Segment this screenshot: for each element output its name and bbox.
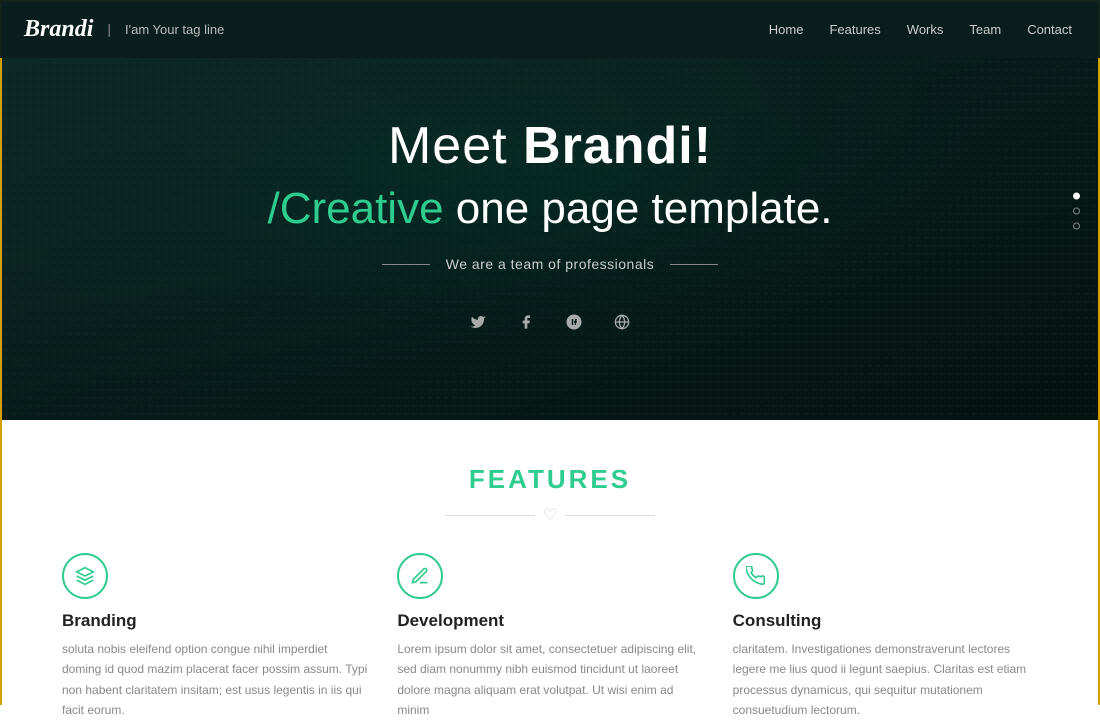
hero-subtitle-accent: /Creative xyxy=(267,184,443,233)
navbar-nav: Home Features Works Team Contact xyxy=(769,22,1072,37)
nav-item-home[interactable]: Home xyxy=(769,22,804,37)
development-desc: Lorem ipsum dolor sit amet, consectetuer… xyxy=(397,639,702,721)
navbar: Brandi | I'am Your tag line Home Feature… xyxy=(0,0,1100,58)
features-grid: Branding soluta nobis eleifend option co… xyxy=(62,553,1038,721)
nav-item-contact[interactable]: Contact xyxy=(1027,22,1072,37)
nav-item-features[interactable]: Features xyxy=(829,22,880,37)
divider-line-right xyxy=(565,515,655,516)
hero-dot-3[interactable] xyxy=(1073,223,1080,230)
hero-title: Meet Brandi! xyxy=(267,116,832,176)
heart-icon: ♡ xyxy=(543,505,557,525)
branding-desc: soluta nobis eleifend option congue nihi… xyxy=(62,639,367,721)
hero-subtitle-plain: one page template. xyxy=(444,184,833,233)
nav-item-works[interactable]: Works xyxy=(907,22,944,37)
navbar-divider: | xyxy=(107,21,111,37)
feature-item-development: Development Lorem ipsum dolor sit amet, … xyxy=(397,553,702,721)
consulting-name: Consulting xyxy=(733,611,1038,631)
nav-item-team[interactable]: Team xyxy=(969,22,1001,37)
hero-section: Meet Brandi! /Creative one page template… xyxy=(2,2,1098,420)
hero-line-right xyxy=(670,264,718,265)
branding-name: Branding xyxy=(62,611,367,631)
hero-tagline-wrap: We are a team of professionals xyxy=(267,256,832,272)
consulting-desc: claritatem. Investigationes demonstraver… xyxy=(733,639,1038,721)
google-plus-icon[interactable] xyxy=(560,308,588,336)
consulting-icon xyxy=(733,553,779,599)
hero-socials xyxy=(267,308,832,336)
hero-dot-1[interactable] xyxy=(1073,193,1080,200)
features-section: FEATURES ♡ Branding soluta nobis eleifen… xyxy=(2,420,1098,707)
hero-dot-2[interactable] xyxy=(1073,208,1080,215)
feature-item-branding: Branding soluta nobis eleifend option co… xyxy=(62,553,367,721)
feature-item-consulting: Consulting claritatem. Investigationes d… xyxy=(733,553,1038,721)
web-icon[interactable] xyxy=(608,308,636,336)
hero-title-bold: Brandi! xyxy=(523,117,712,175)
development-name: Development xyxy=(397,611,702,631)
hero-line-left xyxy=(382,264,430,265)
navbar-tagline: I'am Your tag line xyxy=(125,22,224,37)
branding-icon xyxy=(62,553,108,599)
hero-tagline: We are a team of professionals xyxy=(446,256,655,272)
hero-subtitle: /Creative one page template. xyxy=(267,184,832,234)
features-divider: ♡ xyxy=(62,505,1038,525)
development-icon xyxy=(397,553,443,599)
hero-dots xyxy=(1073,193,1080,230)
navbar-left: Brandi | I'am Your tag line xyxy=(24,16,224,43)
features-header: FEATURES ♡ xyxy=(62,464,1038,525)
facebook-icon[interactable] xyxy=(512,308,540,336)
hero-content: Meet Brandi! /Creative one page template… xyxy=(267,116,832,336)
features-title: FEATURES xyxy=(62,464,1038,495)
twitter-icon[interactable] xyxy=(464,308,492,336)
divider-line-left xyxy=(445,515,535,516)
brand-logo: Brandi xyxy=(24,16,93,43)
